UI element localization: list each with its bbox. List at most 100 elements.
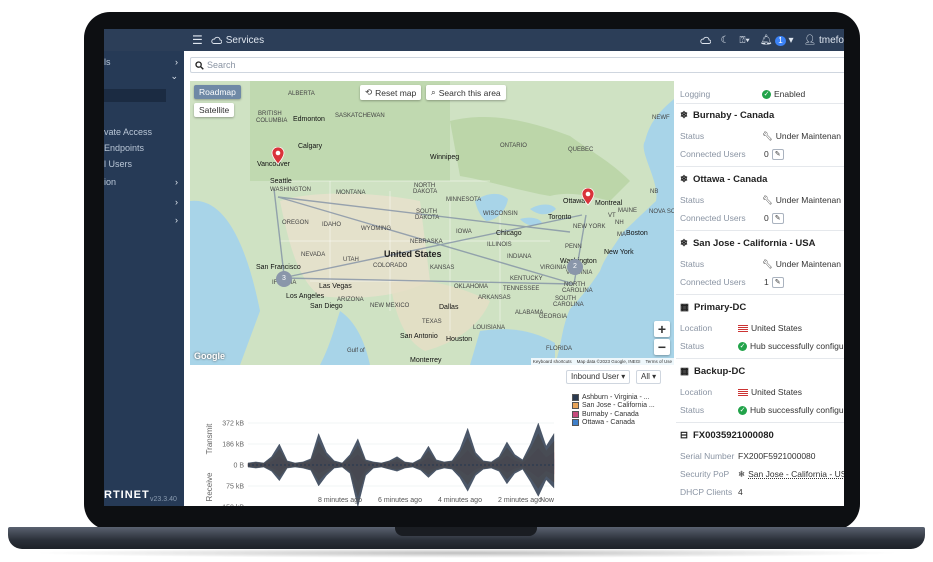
user-menu[interactable]: 👤︎ tmefo [804,35,845,46]
topbar-actions: ☾ ⍰▾ 🔔︎ 1 ▾ 👤︎ tmefo [699,29,845,51]
map-label: Monterrey [410,357,442,364]
breadcrumb-label: Services [225,34,265,46]
security-pop-link[interactable]: San Jose - California - US [748,467,844,481]
map-country-label: United States [384,249,442,259]
site-header[interactable]: ❄ Ottawa - Canada [680,174,767,185]
inbound-user-dropdown[interactable]: Inbound User ▾ [566,370,631,384]
sidebar-item-0[interactable]: ls › [104,55,184,69]
connected-users-label: Connected Users [680,149,746,159]
edit-icon[interactable]: ✎ [771,148,784,160]
check-circle-icon: ✓ [738,341,747,351]
dc-status-row: Status ✓ Hub successfully configu [680,403,844,417]
map-label: DAKOTA [415,215,440,221]
wrench-icon: 🔧︎ [762,195,773,205]
divider [676,103,844,104]
hub-icon: ❄ [680,110,688,121]
screen: ☰ Services ☾ ⍰▾ 🔔︎ 1 ▾ 👤︎ tmefo ls › ⌄ va… [104,29,844,506]
map-label: NEVADA [301,252,326,258]
moon-icon[interactable]: ☾ [721,35,730,46]
map-label: Winnipeg [430,154,460,161]
site-header[interactable]: ❄ San Jose - California - USA [680,238,815,249]
edit-icon[interactable]: ✎ [771,212,784,224]
help-icon[interactable]: ⍰▾ [740,35,750,46]
sidebar-item-configuration[interactable]: ion › [104,175,184,189]
divider [676,422,844,423]
dhcp-label: DHCP Clients [680,487,733,497]
legend-item[interactable]: Burnaby - Canada [572,410,655,419]
legend-item[interactable]: Ottawa - Canada [572,419,655,428]
sidebar-item-selected[interactable] [104,89,166,102]
edit-icon[interactable]: ✎ [771,276,784,288]
x-tick-label: Now [540,497,555,504]
notifications-button[interactable]: 🔔︎ 1 ▾ [760,35,794,46]
dc-status: Hub successfully configu [750,405,844,415]
sidebar-item-private-access[interactable]: vate Access [104,125,184,139]
status-label: Status [680,341,705,351]
site-status-row: Status 🔧︎ Under Maintenan [680,129,841,143]
y-axis-label-receive: Receive [205,472,214,501]
cloud-status-icon[interactable] [699,36,711,44]
map-label: COLORADO [373,263,408,269]
security-pop-row: Security PoP ❄ San Jose - California - US [680,467,844,481]
site-status-row: Status 🔧︎ Under Maintenan [680,193,841,207]
legend-label: Burnaby - Canada [582,410,639,418]
hub-icon: ❄ [738,469,746,479]
reset-map-button[interactable]: ⟲ Reset map [360,85,422,100]
legend-item[interactable]: San Jose - California ... [572,402,655,411]
search-input[interactable]: Search [190,57,844,73]
connected-users-row: Connected Users 1 ✎ [680,275,784,289]
hamburger-icon[interactable]: ☰ [192,33,203,47]
dropdown-label: All [641,372,650,381]
map-view[interactable]: ALBERTA SASKATCHEWAN BRITISH COLUMBIA Edmont… [190,81,674,365]
map-label: New York [604,249,634,256]
roadmap-button[interactable]: Roadmap [194,85,241,99]
site-name: Ottawa - Canada [692,174,768,185]
site-header[interactable]: ❄ Burnaby - Canada [680,110,774,121]
legend-label: Ottawa - Canada [582,419,635,427]
sidebar-item-label: vate Access [104,127,153,137]
connected-users-row: Connected Users 0 ✎ [680,147,784,161]
zoom-out-button[interactable]: − [654,339,670,355]
dc-location: United States [751,387,803,397]
logging-row: Logging ✓ Enabled [680,87,805,101]
dc-header[interactable]: ▦ Primary-DC [680,302,746,313]
map-pin-icon[interactable] [581,188,595,206]
breadcrumb[interactable]: Services [211,35,264,46]
divider [676,230,844,231]
map-label: MONTANA [336,190,366,196]
map-label: TEXAS [422,319,442,325]
reset-map-label: Reset map [375,87,417,98]
dc-status-row: Status ✓ Hub successfully configu [680,339,844,353]
map-label: SASKATCHEWAN [335,113,385,119]
sidebar-item-collapsed-2[interactable]: › [104,213,184,227]
version-label: v23.3.40 [150,496,177,503]
y-tick-label: 372 kB [222,421,244,428]
sidebar-item-collapsed-1[interactable]: › [104,195,184,209]
site-status-row: Status 🔧︎ Under Maintenan [680,257,841,271]
map-label: WASHINGTON [270,187,312,193]
sidebar-expander[interactable]: ⌄ [104,69,184,83]
zoom-in-button[interactable]: + [654,321,670,337]
connected-users-count: 0 [764,213,769,223]
terms-link[interactable]: Terms of Use [645,359,672,364]
dc-header[interactable]: ▦ Backup-DC [680,366,745,377]
all-dropdown[interactable]: All ▾ [636,370,662,384]
device-header[interactable]: ⊟ FX0035921000080 [680,430,774,441]
map-cluster[interactable]: 2 [567,259,583,275]
legend-swatch [572,410,579,418]
dc-location-row: Location United States [680,385,802,399]
legend-item[interactable]: Ashburn - Virginia - ... [572,393,655,402]
y-tick-label: 186 kB [222,442,244,449]
keyboard-shortcuts-link[interactable]: Keyboard shortcuts [533,359,572,364]
sidebar-item-users[interactable]: l Users [104,157,184,171]
map-cluster[interactable]: 3 [276,271,292,287]
search-area-button[interactable]: ⌕ Search this area [426,85,506,100]
status-label: Status [680,131,705,141]
map-label: ALBERTA [288,91,315,97]
traffic-chart: 372 kB 186 kB 0 B 75 kB 150 kB Transmit Receiv… [205,421,555,506]
device-name: FX0035921000080 [692,430,774,441]
map-pin-icon[interactable] [271,147,285,165]
satellite-button[interactable]: Satellite [194,103,235,117]
sidebar-item-endpoints[interactable]: Endpoints [104,141,184,155]
sidebar-item-label: ion [104,177,117,187]
